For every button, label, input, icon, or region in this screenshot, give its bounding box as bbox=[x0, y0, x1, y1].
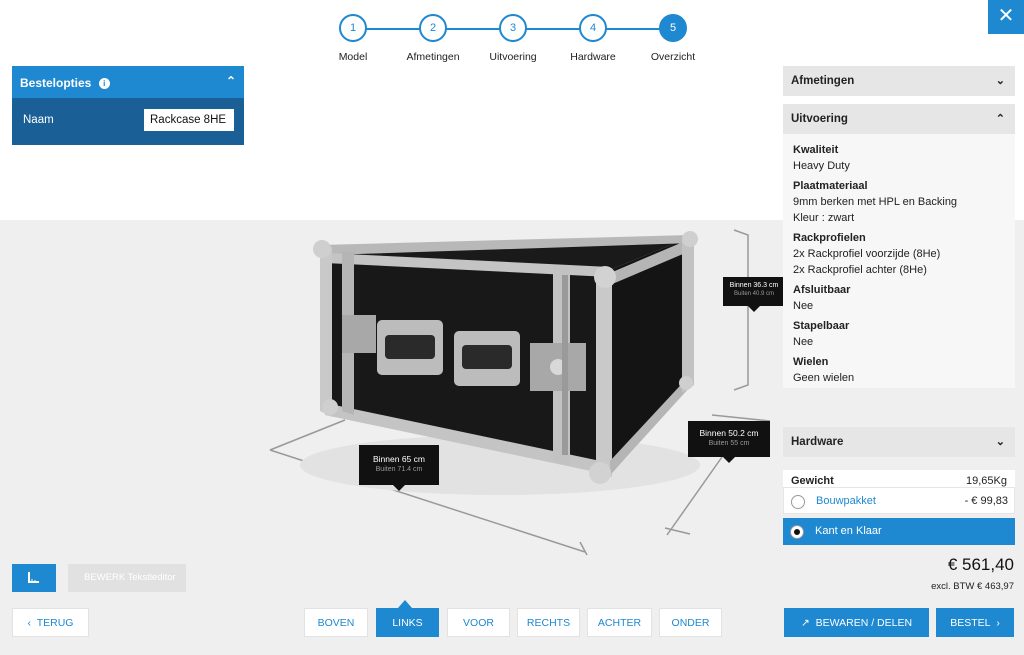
option-kant-en-klaar[interactable]: Kant en Klaar bbox=[783, 518, 1015, 545]
spec-value: Nee bbox=[793, 336, 814, 348]
hardware-accordion[interactable]: Hardware ⌄ bbox=[783, 427, 1015, 457]
rackcase-3d-model[interactable] bbox=[250, 225, 780, 560]
chevron-down-icon: ⌄ bbox=[995, 436, 1005, 448]
spec-value: Kleur : zwart bbox=[793, 212, 855, 224]
naam-label: Naam bbox=[23, 114, 54, 126]
afmetingen-accordion[interactable]: Afmetingen ⌄ bbox=[783, 66, 1015, 96]
bestel-label: BESTEL bbox=[950, 617, 991, 629]
spec-title: Wielen bbox=[793, 356, 829, 368]
depth-dimension-label: Binnen 50.2 cm Buiten 55 cm bbox=[688, 421, 770, 463]
naam-row: Naam bbox=[12, 98, 244, 145]
radio-button[interactable] bbox=[791, 495, 805, 509]
step-hardware[interactable]: 4 Hardware bbox=[553, 14, 633, 63]
ruler-button[interactable] bbox=[12, 564, 56, 592]
step-label: Afmetingen bbox=[406, 51, 460, 63]
gewicht-label: Gewicht bbox=[791, 475, 834, 487]
uitvoering-accordion[interactable]: Uitvoering ⌃ bbox=[783, 104, 1015, 134]
view-rechts-button[interactable]: RECHTS bbox=[517, 608, 580, 637]
bewaren-label: BEWAREN / DELEN bbox=[815, 617, 913, 629]
step-number: 2 bbox=[419, 14, 447, 42]
bewaren-delen-button[interactable]: ↗ BEWAREN / DELEN bbox=[784, 608, 929, 637]
close-icon: ✕ bbox=[997, 5, 1015, 27]
spec-value: Geen wielen bbox=[793, 372, 855, 384]
option-label: Bouwpakket bbox=[816, 495, 876, 507]
view-boven-button[interactable]: BOVEN bbox=[304, 608, 368, 637]
depth-buiten: Buiten 55 cm bbox=[708, 440, 750, 447]
ruler-icon bbox=[28, 572, 39, 583]
option-bouwpakket[interactable]: Bouwpakket - € 99,83 bbox=[783, 487, 1015, 514]
step-number: 3 bbox=[499, 14, 527, 42]
option-price: - € 99,83 bbox=[964, 495, 1008, 507]
afmetingen-title: Afmetingen bbox=[791, 75, 855, 87]
step-number: 5 bbox=[659, 14, 687, 42]
spec-title: Rackprofielen bbox=[793, 232, 866, 244]
view-onder-button[interactable]: ONDER bbox=[659, 608, 722, 637]
spec-title: Plaatmateriaal bbox=[793, 180, 868, 192]
price-excl-btw: excl. BTW € 463,97 bbox=[931, 581, 1014, 592]
step-afmetingen[interactable]: 2 Afmetingen bbox=[393, 14, 473, 63]
spec-title: Afsluitbaar bbox=[793, 284, 851, 296]
depth-binnen: Binnen 50.2 cm bbox=[699, 428, 759, 438]
bestelopties-panel: Bestelopties i ⌃ Naam bbox=[12, 66, 244, 145]
uitvoering-details: Kwaliteit Heavy Duty Plaatmateriaal 9mm … bbox=[783, 134, 1015, 388]
info-icon[interactable]: i bbox=[98, 78, 110, 89]
spec-value: Nee bbox=[793, 300, 814, 312]
spec-value: 9mm berken met HPL en Backing bbox=[793, 196, 958, 208]
chevron-right-icon: › bbox=[996, 617, 1000, 629]
view-achter-button[interactable]: ACHTER bbox=[587, 608, 652, 637]
chevron-up-icon[interactable]: ⌃ bbox=[226, 74, 236, 88]
terug-label: TERUG bbox=[36, 617, 74, 629]
width-buiten: Buiten 71.4 cm bbox=[375, 466, 423, 473]
summary-panel: Afmetingen ⌄ Uitvoering ⌃ Kwaliteit Heav… bbox=[783, 66, 1015, 388]
spec-value: 2x Rackprofiel achter (8He) bbox=[793, 264, 927, 276]
terug-button[interactable]: ‹ TERUG bbox=[12, 608, 89, 637]
hardware-accordion-wrap: Hardware ⌄ bbox=[783, 427, 1015, 457]
height-binnen: Binnen 36.3 cm bbox=[729, 282, 779, 289]
step-number: 1 bbox=[339, 14, 367, 42]
spec-value: Heavy Duty bbox=[793, 160, 850, 172]
step-number: 4 bbox=[579, 14, 607, 42]
bewerk-tekstleditor-button[interactable]: BEWERK Tekstleditor bbox=[68, 564, 186, 592]
hardware-title: Hardware bbox=[791, 436, 844, 448]
share-icon: ↗ bbox=[800, 617, 810, 629]
bestel-button[interactable]: BESTEL › bbox=[936, 608, 1014, 637]
spec-value: 2x Rackprofiel voorzijde (8He) bbox=[793, 248, 941, 260]
naam-input[interactable] bbox=[144, 109, 234, 131]
gewicht-row: Gewicht 19,65Kg bbox=[783, 470, 1015, 488]
step-label: Uitvoering bbox=[489, 51, 537, 63]
radio-button-selected[interactable] bbox=[790, 525, 804, 539]
bestelopties-title: Bestelopties bbox=[20, 76, 92, 90]
step-label: Overzicht bbox=[650, 51, 696, 63]
total-price: € 561,40 bbox=[947, 555, 1014, 574]
chevron-down-icon: ⌄ bbox=[995, 75, 1005, 87]
step-progress: 1 Model 2 Afmetingen 3 Uitvoering 4 Hard… bbox=[330, 12, 710, 67]
step-overzicht[interactable]: 5 Overzicht bbox=[633, 14, 713, 63]
view-links-button[interactable]: LINKS bbox=[376, 608, 439, 637]
height-dimension-label: Binnen 36.3 cm Buiten 40.9 cm bbox=[723, 277, 785, 312]
chevron-up-icon: ⌃ bbox=[995, 113, 1005, 125]
width-dimension-label: Binnen 65 cm Buiten 71.4 cm bbox=[359, 445, 439, 491]
width-binnen: Binnen 65 cm bbox=[373, 454, 425, 464]
height-buiten: Buiten 40.9 cm bbox=[733, 291, 775, 297]
spec-title: Stapelbaar bbox=[793, 320, 850, 332]
option-label: Kant en Klaar bbox=[815, 525, 882, 537]
step-label: Model bbox=[338, 51, 368, 63]
step-label: Hardware bbox=[570, 51, 616, 63]
spec-title: Kwaliteit bbox=[793, 144, 839, 156]
view-voor-button[interactable]: VOOR bbox=[447, 608, 510, 637]
close-button[interactable]: ✕ bbox=[988, 0, 1024, 34]
bestelopties-header[interactable]: Bestelopties i ⌃ bbox=[12, 66, 244, 98]
active-view-caret bbox=[398, 600, 412, 608]
chevron-left-icon: ‹ bbox=[27, 617, 32, 629]
step-uitvoering[interactable]: 3 Uitvoering bbox=[473, 14, 553, 63]
step-model[interactable]: 1 Model bbox=[313, 14, 393, 63]
gewicht-value: 19,65Kg bbox=[966, 475, 1007, 487]
uitvoering-title: Uitvoering bbox=[791, 113, 848, 125]
